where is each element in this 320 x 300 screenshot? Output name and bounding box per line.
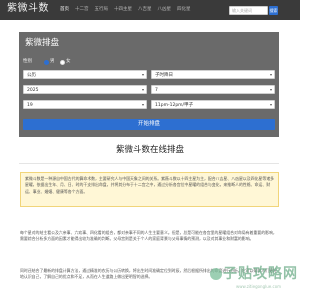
gender-label-male: 男 [50,59,55,64]
watermark-text: 子贴攻略网 [223,266,298,282]
chevron-down-icon [270,74,272,76]
intro-callout: 紫微斗数是一种源自中国古代的算命术数，主要研究人与中国天象之间的关系。紫薇斗数以… [20,172,279,207]
form-title: 紫微排盘 [25,38,60,48]
year-value: 2025 [27,88,39,93]
chevron-down-icon [270,89,272,91]
nav-link-four-transform[interactable]: 四化星 [177,6,191,14]
watermark: 子贴攻略网 www.zitiegonglue.com [196,248,300,300]
site-logo[interactable]: 紫微斗数 [7,2,49,16]
heading-divider [19,163,279,164]
shichen-value: 子时降日 [155,73,173,78]
calendar-type-select[interactable]: 公历 [23,70,147,79]
nav-link-main-stars[interactable]: 十四主星 [114,6,132,14]
article-paragraph-1: 每个星对的结主看公及六亲事、六欢事、四化看的组合，都对亲事不同的人生主要意义。但… [20,230,277,242]
chevron-down-icon [142,89,144,91]
gender-label: 性别 [23,59,32,64]
nav-link-twelve-palaces[interactable]: 十二宫 [75,6,89,14]
gender-label-female: 女 [66,59,71,64]
watermark-url: www.zitiegonglue.com [236,284,282,289]
month-value: 7 [155,88,158,93]
day-value: 19 [27,103,33,108]
nav-menu: 首页 十二宫 五行局 十四主星 八吉星 八凶星 四化星 [60,6,191,14]
gender-radio-female[interactable] [60,60,65,65]
gender-radio-male[interactable] [44,60,49,65]
nav-link-five-elements[interactable]: 五行局 [95,6,109,14]
search-input[interactable] [229,6,268,15]
start-chart-button[interactable]: 开始排盘 [23,119,275,130]
search-button[interactable]: 搜索 [269,6,278,15]
watermark-logo-icon [210,268,222,280]
nav-link-home[interactable]: 首页 [60,6,69,14]
top-navbar: 紫微斗数 首页 十二宫 五行局 十四主星 八吉星 八凶星 四化星 搜索 [0,0,300,20]
hour-select[interactable]: 11pm-12pm/甲子 [151,100,275,109]
year-select[interactable]: 2025 [23,85,147,94]
shichen-select[interactable]: 子时降日 [151,70,275,79]
chevron-down-icon [142,104,144,106]
chevron-down-icon [142,74,144,76]
calendar-type-value: 公历 [27,73,36,78]
nav-link-lucky-stars[interactable]: 八吉星 [138,6,152,14]
month-select[interactable]: 7 [151,85,275,94]
nav-link-unlucky-stars[interactable]: 八凶星 [158,6,172,14]
hour-value: 11pm-12pm/甲子 [155,103,194,108]
day-select[interactable]: 19 [23,100,147,109]
intro-text: 紫微斗数是一种源自中国古代的算命术数，主要研究人与中国天象之间的关系。紫薇斗数以… [25,176,274,194]
article-heading: 紫微斗数在线排盘 [115,145,184,155]
chevron-down-icon [270,104,272,106]
chart-form-panel: 紫微排盘 性别 男 女 公历 子时降日 2025 7 19 11pm-12pm/… [19,32,279,137]
